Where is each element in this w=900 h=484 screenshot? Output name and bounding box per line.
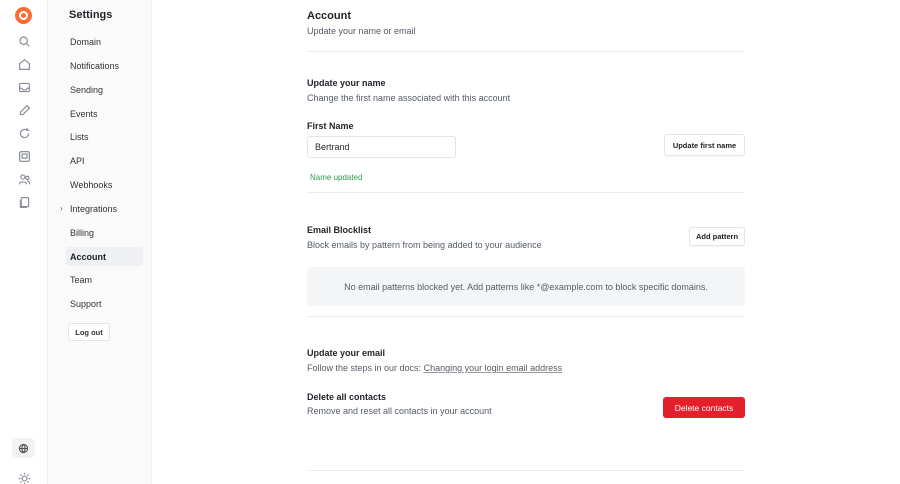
template-icon[interactable] bbox=[16, 148, 32, 164]
sidebar-item-label: Billing bbox=[70, 227, 95, 238]
delete-contacts-button[interactable]: Delete contacts bbox=[663, 397, 745, 418]
sun-icon[interactable] bbox=[16, 470, 32, 484]
sidebar-item-label: Webhooks bbox=[70, 179, 113, 190]
sidebar-item-billing[interactable]: Billing bbox=[66, 223, 143, 242]
divider bbox=[307, 51, 745, 52]
users-icon[interactable] bbox=[16, 171, 32, 187]
docs-link[interactable]: Changing your login email address bbox=[424, 363, 563, 373]
home-icon[interactable] bbox=[16, 56, 32, 72]
sidebar-item-webhooks[interactable]: Webhooks bbox=[66, 175, 143, 194]
empty-state-text: No email patterns blocked yet. Add patte… bbox=[344, 281, 708, 292]
sidebar-item-sending[interactable]: Sending bbox=[66, 80, 143, 99]
files-icon[interactable] bbox=[16, 194, 32, 210]
delete-section-title: Delete all contacts bbox=[307, 392, 387, 402]
email-section-label: Follow the steps in our docs: bbox=[307, 363, 422, 373]
sidebar-item-label: Lists bbox=[70, 131, 89, 142]
status-message: Name updated bbox=[310, 173, 363, 182]
blocklist-empty-state: No email patterns blocked yet. Add patte… bbox=[307, 267, 745, 306]
sidebar-item-label: Team bbox=[70, 274, 93, 285]
sidebar-item-api[interactable]: API bbox=[66, 151, 143, 170]
sidebar-item-team[interactable]: Team bbox=[66, 270, 143, 289]
first-name-field[interactable]: Bertrand bbox=[307, 136, 456, 158]
page-subtitle: Update your name or email bbox=[307, 26, 416, 36]
sidebar-item-label: Integrations bbox=[70, 203, 118, 214]
sidebar-item-events[interactable]: Events bbox=[66, 104, 143, 123]
logout-button[interactable]: Log out bbox=[68, 323, 110, 341]
logo-icon[interactable] bbox=[15, 7, 32, 24]
icon-rail bbox=[0, 0, 48, 484]
divider bbox=[307, 470, 745, 471]
sidebar-item-label: Account bbox=[70, 251, 106, 262]
name-section-title: Update your name bbox=[307, 78, 386, 88]
sidebar-item-integrations[interactable]: › Integrations bbox=[60, 199, 143, 218]
add-pattern-button[interactable]: Add pattern bbox=[689, 227, 745, 246]
compose-icon[interactable] bbox=[16, 102, 32, 118]
sidebar-item-label: Notifications bbox=[70, 60, 120, 71]
delete-section-subtitle: Remove and reset all contacts in your ac… bbox=[307, 406, 492, 416]
sidebar-item-lists[interactable]: Lists bbox=[66, 127, 143, 146]
refresh-icon[interactable] bbox=[16, 125, 32, 141]
email-section-title: Update your email bbox=[307, 348, 386, 358]
page-title: Account bbox=[307, 10, 351, 22]
settings-sidebar: Settings Domain Notifications Sending Ev… bbox=[48, 0, 152, 484]
search-icon[interactable] bbox=[16, 33, 32, 49]
sidebar-item-label: API bbox=[70, 155, 85, 166]
sidebar-item-label: Sending bbox=[70, 84, 104, 95]
sidebar-item-label: Domain bbox=[70, 36, 102, 47]
sidebar-title: Settings bbox=[69, 9, 113, 21]
first-name-label: First Name bbox=[307, 121, 354, 131]
update-first-name-button[interactable]: Update first name bbox=[664, 134, 745, 156]
divider bbox=[307, 316, 745, 317]
globe-icon[interactable] bbox=[12, 438, 35, 458]
sidebar-item-support[interactable]: Support bbox=[66, 294, 143, 313]
email-section-text: Follow the steps in our docs: Changing y… bbox=[307, 363, 562, 373]
sidebar-item-label: Support bbox=[70, 298, 102, 309]
chevron-right-icon[interactable]: › bbox=[60, 204, 63, 213]
sidebar-item-label: Events bbox=[70, 108, 98, 119]
app-root: Settings Domain Notifications Sending Ev… bbox=[0, 0, 900, 484]
sidebar-item-domain[interactable]: Domain bbox=[66, 32, 143, 51]
inbox-icon[interactable] bbox=[16, 79, 32, 95]
blocklist-title: Email Blocklist bbox=[307, 225, 372, 235]
sidebar-item-account[interactable]: Account bbox=[66, 247, 143, 266]
divider bbox=[307, 192, 745, 193]
blocklist-subtitle: Block emails by pattern from being added… bbox=[307, 240, 542, 250]
sidebar-item-notifications[interactable]: Notifications bbox=[66, 56, 143, 75]
name-section-subtitle: Change the first name associated with th… bbox=[307, 93, 511, 103]
